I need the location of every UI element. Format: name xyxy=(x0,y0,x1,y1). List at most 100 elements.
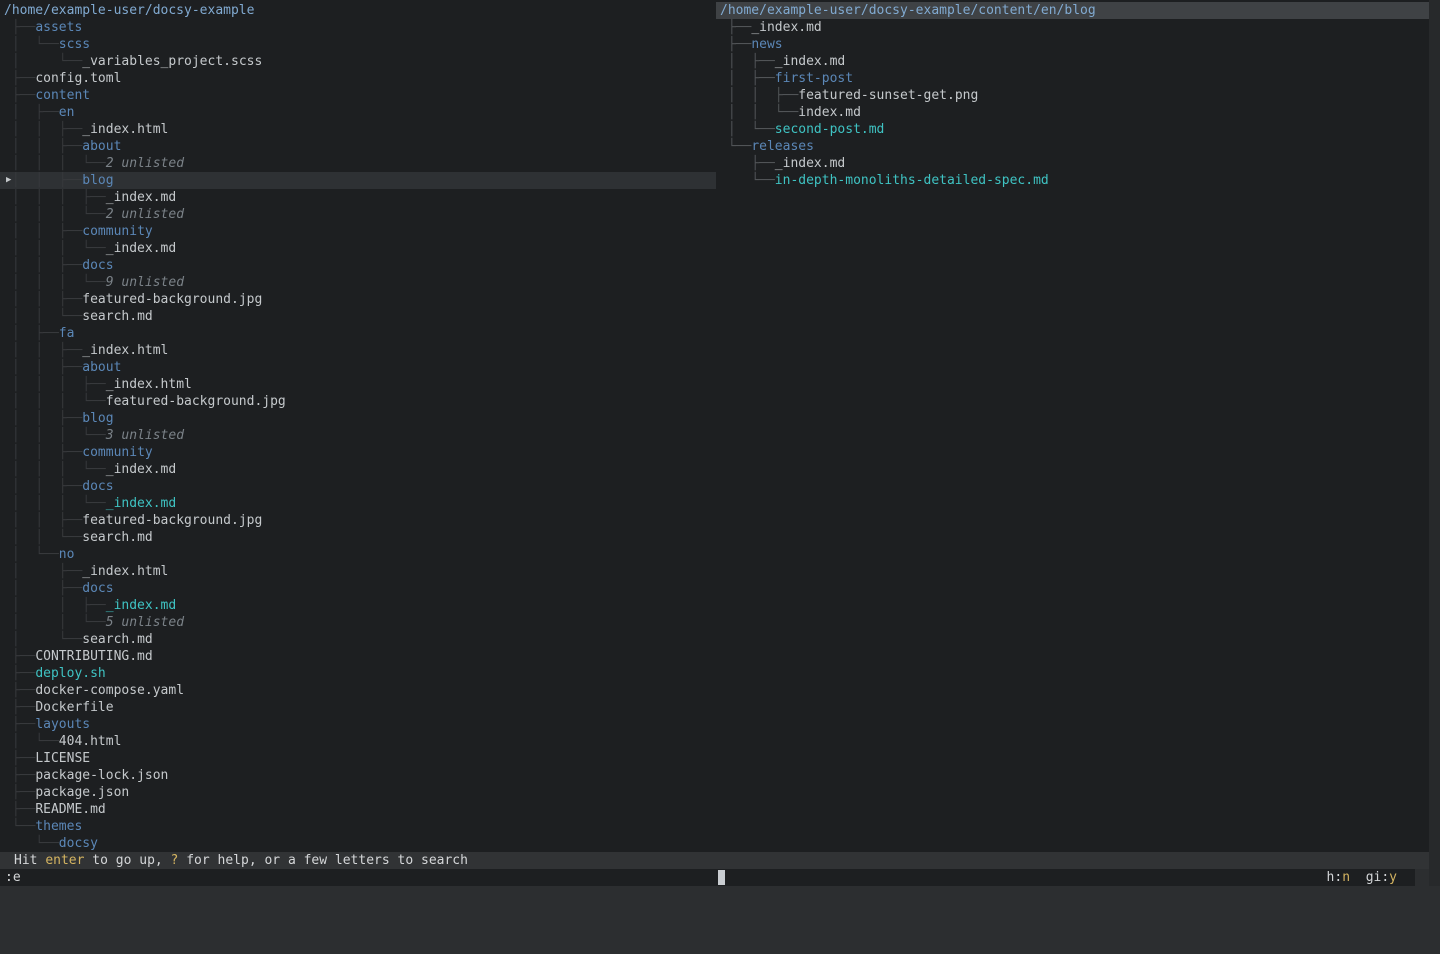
tree-row[interactable]: │ │ │ └──2 unlisted xyxy=(0,155,716,172)
tree-branch-lines: │ ├── xyxy=(4,105,59,120)
tree-row[interactable]: │ ├──first-post xyxy=(716,70,1429,87)
tree-row[interactable]: └──docsy xyxy=(0,835,716,852)
tree-row[interactable]: │ │ ├──blog xyxy=(0,410,716,427)
tree-row[interactable]: │ │ │ └──3 unlisted xyxy=(0,427,716,444)
tree-row[interactable]: │ └──404.html xyxy=(0,733,716,750)
entry-name: about xyxy=(82,139,121,154)
tree-branch-lines: ├── xyxy=(4,700,35,715)
tree-row[interactable]: ├──Dockerfile xyxy=(0,699,716,716)
tree-row[interactable]: │ │ │ ├──_index.html xyxy=(0,376,716,393)
tree-row[interactable]: │ │ ├──_index.html xyxy=(0,121,716,138)
left-panel-root-path[interactable]: /home/example-user/docsy-example xyxy=(0,2,716,19)
tree-branch-lines: │ │ └── xyxy=(4,530,82,545)
tree-row[interactable]: │ │ └──search.md xyxy=(0,529,716,546)
tree-row[interactable]: │ ├──fa xyxy=(0,325,716,342)
tree-row[interactable]: │ ├──_index.md xyxy=(716,53,1429,70)
tree-row[interactable]: └──releases xyxy=(716,138,1429,155)
tree-branch-lines: │ ├── xyxy=(4,564,82,579)
entry-name: featured-background.jpg xyxy=(106,394,286,409)
tree-row[interactable]: │ │ │ └──featured-background.jpg xyxy=(0,393,716,410)
tree-row[interactable]: ▶ │ │ ├──blog xyxy=(0,172,716,189)
tree-row[interactable]: │ │ ├──about xyxy=(0,359,716,376)
tree-branch-lines: │ │ │ └── xyxy=(4,428,106,443)
tree-row[interactable]: │ │ │ └──9 unlisted xyxy=(0,274,716,291)
entry-name: _index.md xyxy=(775,156,845,171)
tree-row[interactable]: │ │ ├──featured-background.jpg xyxy=(0,512,716,529)
tree-branch-lines: │ │ │ ├── xyxy=(4,377,106,392)
tree-branch-lines: │ │ ├── xyxy=(4,343,82,358)
tree-row[interactable]: ├──package-lock.json xyxy=(0,767,716,784)
tree-row[interactable]: │ │ │ └──_index.md xyxy=(0,461,716,478)
flag-label: h: xyxy=(1327,870,1343,885)
tree-row[interactable]: │ ├──en xyxy=(0,104,716,121)
tree-row[interactable]: │ └──no xyxy=(0,546,716,563)
tree-row[interactable]: │ │ ├──featured-background.jpg xyxy=(0,291,716,308)
tree-row[interactable]: │ │ ├──community xyxy=(0,223,716,240)
command-input[interactable]: :e xyxy=(5,869,21,886)
tree-row[interactable]: │ └──_variables_project.scss xyxy=(0,53,716,70)
tree-row[interactable]: │ │ ├──about xyxy=(0,138,716,155)
tree-row[interactable]: ├──news xyxy=(716,36,1429,53)
tree-row[interactable]: │ │ ├──docs xyxy=(0,257,716,274)
tree-row[interactable]: │ └──search.md xyxy=(0,631,716,648)
right-tree-panel: /home/example-user/docsy-example/content… xyxy=(716,2,1429,189)
tree-row[interactable]: │ ├──docs xyxy=(0,580,716,597)
tree-branch-lines: ├── xyxy=(4,71,35,86)
tree-row[interactable]: └──themes xyxy=(0,818,716,835)
tree-row[interactable]: └──in-depth-monoliths-detailed-spec.md xyxy=(716,172,1429,189)
command-input-row[interactable]: :e h:n gi:y xyxy=(0,869,1415,886)
tree-row[interactable]: │ ├──_index.html xyxy=(0,563,716,580)
tree-row[interactable]: ├──README.md xyxy=(0,801,716,818)
tree-row[interactable]: ├──assets xyxy=(0,19,716,36)
tree-row[interactable]: │ └──scss xyxy=(0,36,716,53)
entry-name: fa xyxy=(59,326,75,341)
tree-row[interactable]: │ │ └──index.md xyxy=(716,104,1429,121)
tree-row[interactable]: │ │ │ └──_index.md xyxy=(0,495,716,512)
entry-name: 2 unlisted xyxy=(106,156,184,171)
entry-name: 404.html xyxy=(59,734,122,749)
tree-row[interactable]: │ │ ├──_index.html xyxy=(0,342,716,359)
terminal-bottom-margin xyxy=(0,886,1440,900)
tree-row[interactable]: │ │ └──5 unlisted xyxy=(0,614,716,631)
tree-branch-lines: │ ├── xyxy=(720,54,775,69)
entry-name: featured-background.jpg xyxy=(82,292,262,307)
entry-name: layouts xyxy=(35,717,90,732)
tree-row[interactable]: │ │ │ └──2 unlisted xyxy=(0,206,716,223)
tree-row[interactable]: ├──config.toml xyxy=(0,70,716,87)
tree-branch-lines: │ └── xyxy=(4,632,82,647)
tree-row[interactable]: │ │ ├──featured-sunset-get.png xyxy=(716,87,1429,104)
entry-name: in-depth-monoliths-detailed-spec.md xyxy=(775,173,1049,188)
entry-name: package.json xyxy=(35,785,129,800)
entry-name: index.md xyxy=(798,105,861,120)
tree-row[interactable]: ├──docker-compose.yaml xyxy=(0,682,716,699)
left-tree: ├──assets │ └──scss │ └──_variables_proj… xyxy=(0,19,716,852)
tree-branch-lines: └── xyxy=(4,836,59,851)
tree-branch-lines: │ │ │ └── xyxy=(4,241,106,256)
tree-row[interactable]: │ │ │ ├──_index.md xyxy=(0,189,716,206)
tree-branch-lines: └── xyxy=(720,173,775,188)
status-key-hint: enter xyxy=(45,853,84,868)
tree-row[interactable]: ├──_index.md xyxy=(716,19,1429,36)
left-tree-panel: /home/example-user/docsy-example ├──asse… xyxy=(0,2,716,852)
tree-row[interactable]: │ │ ├──_index.md xyxy=(0,597,716,614)
tree-row[interactable]: ├──_index.md xyxy=(716,155,1429,172)
tree-row[interactable]: │ │ └──search.md xyxy=(0,308,716,325)
tree-row[interactable]: │ │ ├──docs xyxy=(0,478,716,495)
tree-row[interactable]: ├──package.json xyxy=(0,784,716,801)
tree-branch-lines: ├── xyxy=(4,785,35,800)
tree-branch-lines: ├── xyxy=(4,751,35,766)
tree-row[interactable]: │ │ ├──community xyxy=(0,444,716,461)
tree-row[interactable]: ├──content xyxy=(0,87,716,104)
entry-name: 5 unlisted xyxy=(106,615,184,630)
tree-row[interactable]: ├──deploy.sh xyxy=(0,665,716,682)
tree-row[interactable]: │ └──second-post.md xyxy=(716,121,1429,138)
tree-branch-lines: │ └── xyxy=(4,734,59,749)
tree-branch-lines: │ │ ├── xyxy=(4,258,82,273)
tree-row[interactable]: ├──LICENSE xyxy=(0,750,716,767)
right-panel-root-path[interactable]: /home/example-user/docsy-example/content… xyxy=(716,2,1429,19)
tree-row[interactable]: ├──layouts xyxy=(0,716,716,733)
tree-row[interactable]: ├──CONTRIBUTING.md xyxy=(0,648,716,665)
entry-name: news xyxy=(751,37,782,52)
tree-branch-lines: │ │ │ └── xyxy=(4,462,106,477)
tree-row[interactable]: │ │ │ └──_index.md xyxy=(0,240,716,257)
